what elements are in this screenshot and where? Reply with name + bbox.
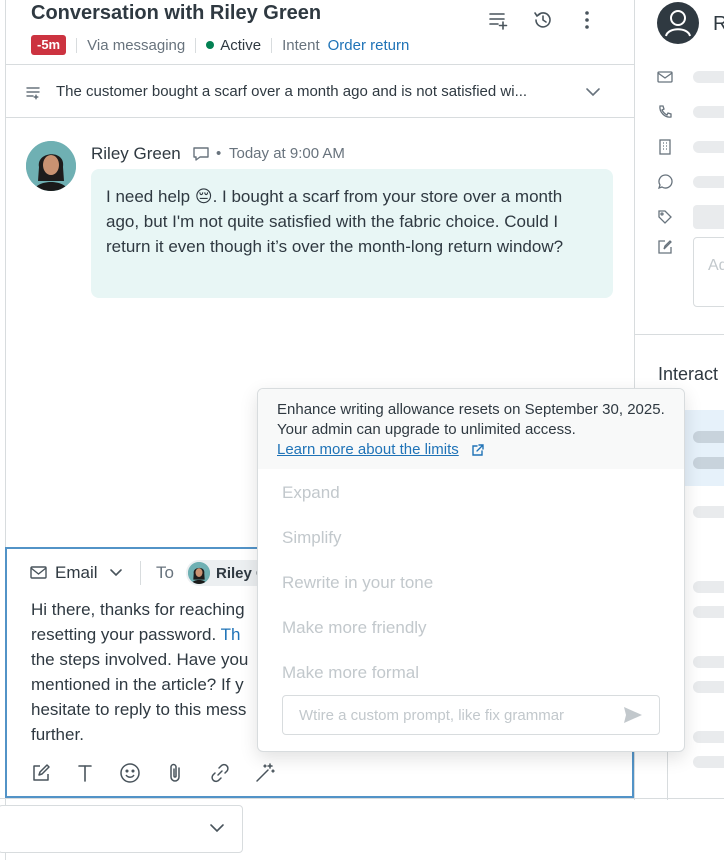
text-format-icon[interactable] xyxy=(73,761,97,785)
external-link-icon[interactable] xyxy=(471,443,484,457)
chevron-down-icon[interactable] xyxy=(208,820,226,836)
divider xyxy=(140,561,141,585)
building-icon xyxy=(657,139,675,157)
send-icon[interactable] xyxy=(623,706,643,724)
compose-icon[interactable] xyxy=(29,761,53,785)
sla-badge: -5m xyxy=(31,35,67,55)
article-link[interactable]: Th xyxy=(221,625,241,644)
interaction-title xyxy=(693,506,724,518)
email-icon xyxy=(30,565,47,580)
note-icon xyxy=(657,239,675,257)
page-title: Conversation with Riley Green xyxy=(31,2,322,24)
avatar xyxy=(188,562,210,584)
message-time: Today at 9:00 AM xyxy=(229,145,345,162)
company-value xyxy=(693,141,724,153)
option-more-formal[interactable]: Make more formal xyxy=(282,663,419,683)
interactions-heading: Interact xyxy=(658,364,719,384)
link-icon[interactable] xyxy=(208,761,232,785)
option-more-friendly[interactable]: Make more friendly xyxy=(282,618,427,638)
tags-field[interactable] xyxy=(693,205,724,229)
conversation-meta: -5m Via messaging Active Intent Order re… xyxy=(31,35,409,55)
email-icon xyxy=(657,69,675,87)
whatsapp-icon xyxy=(657,174,675,192)
divider xyxy=(634,334,724,335)
message-author: Riley Green xyxy=(91,144,181,163)
custom-prompt-placeholder: Wtire a custom prompt, like fix grammar xyxy=(299,707,565,724)
option-rewrite-tone[interactable]: Rewrite in your tone xyxy=(282,573,433,593)
magic-wand-icon[interactable] xyxy=(253,761,277,785)
user-avatar-icon[interactable] xyxy=(657,2,699,44)
divider xyxy=(0,798,724,799)
interaction-title xyxy=(693,731,724,743)
status-label: Active xyxy=(220,36,262,54)
interaction-title xyxy=(693,581,724,593)
more-vertical-icon[interactable] xyxy=(575,8,599,32)
reply-line: hesitate to reply to this mess xyxy=(31,700,247,719)
intent-value-link[interactable]: Order return xyxy=(328,37,410,54)
phone-value xyxy=(693,106,724,118)
to-label: To xyxy=(156,563,174,582)
history-icon[interactable] xyxy=(531,8,555,32)
chevron-down-icon[interactable] xyxy=(108,565,124,579)
phone-icon xyxy=(657,104,675,122)
divider xyxy=(5,117,634,118)
chevron-down-icon[interactable] xyxy=(584,84,602,100)
whatsapp-value xyxy=(693,176,724,188)
status-dot-icon xyxy=(206,41,215,49)
notes-placeholder: Ad xyxy=(708,257,724,274)
reply-line: Hi there, thanks for reaching xyxy=(31,600,245,619)
emoji-icon[interactable] xyxy=(118,761,142,785)
custom-prompt-input[interactable]: Wtire a custom prompt, like fix grammar xyxy=(282,695,660,735)
tag-icon xyxy=(657,209,675,227)
interaction-title xyxy=(693,431,724,443)
email-value xyxy=(693,71,724,83)
notice-text: Enhance writing allowance resets on Sept… xyxy=(277,401,665,438)
divider xyxy=(76,37,78,53)
interaction-subtitle xyxy=(693,606,724,618)
enhance-writing-menu: Enhance writing allowance resets on Sept… xyxy=(257,388,685,752)
summary-text: The customer bought a scarf over a month… xyxy=(56,83,528,100)
reply-line: mentioned in the article? If y xyxy=(31,675,244,694)
interaction-subtitle xyxy=(693,681,724,693)
interaction-title xyxy=(693,656,724,668)
avatar xyxy=(26,141,76,191)
reply-text[interactable]: Hi there, thanks for reaching resetting … xyxy=(31,597,259,747)
message-bubble: I need help 😔. I bought a scarf from you… xyxy=(91,169,613,298)
divider xyxy=(271,37,273,53)
dot-separator: • xyxy=(216,145,222,162)
option-expand[interactable]: Expand xyxy=(282,483,340,503)
allowance-notice: Enhance writing allowance resets on Sept… xyxy=(258,389,684,469)
channel-label: Via messaging xyxy=(87,36,186,54)
summary-icon xyxy=(25,84,41,100)
attachment-icon[interactable] xyxy=(163,761,187,785)
divider xyxy=(195,37,197,53)
channel-select[interactable]: Email xyxy=(55,563,98,583)
learn-more-link[interactable]: Learn more about the limits xyxy=(277,440,459,460)
reply-line: the steps involved. Have you xyxy=(31,650,249,669)
interaction-subtitle xyxy=(693,756,724,768)
intent-label: Intent xyxy=(282,36,320,54)
submit-options-dropdown[interactable] xyxy=(0,805,243,853)
user-name: R xyxy=(713,13,724,35)
reply-line: further. xyxy=(31,725,84,744)
interaction-subtitle xyxy=(693,457,724,469)
chat-bubble-icon xyxy=(192,145,210,163)
option-simplify[interactable]: Simplify xyxy=(282,528,342,548)
ticket-list-add-icon[interactable] xyxy=(486,8,510,32)
reply-line: resetting your password. Th xyxy=(31,625,241,644)
